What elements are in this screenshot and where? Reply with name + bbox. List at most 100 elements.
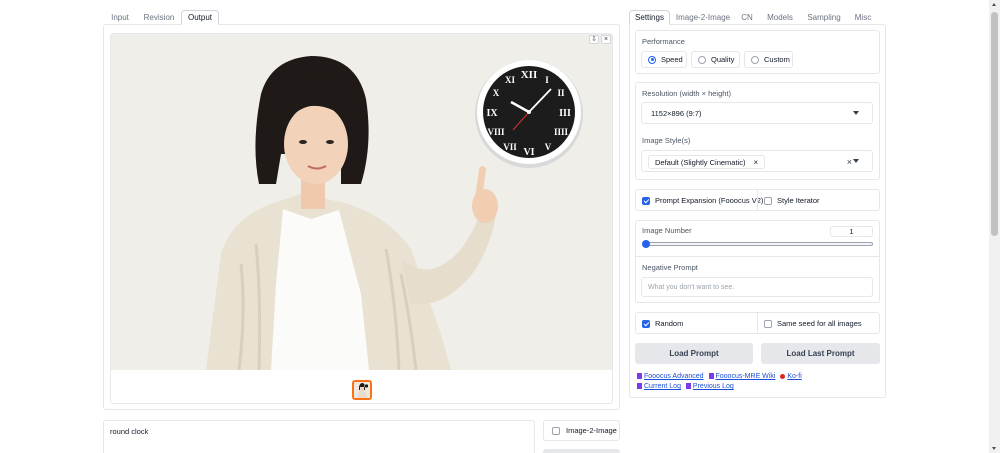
resolution-label: Resolution (width × height) — [642, 89, 732, 98]
resolution-value: 1152×896 (9:7) — [651, 108, 702, 118]
settings-panel — [629, 24, 886, 398]
book-icon — [708, 373, 714, 379]
image2image-toggle[interactable]: Image-2-Image — [543, 420, 620, 441]
image-number-input[interactable]: 1 — [830, 226, 873, 237]
negative-prompt-placeholder: What you don't want to see. — [648, 283, 735, 291]
quality-label: Quality — [711, 55, 735, 64]
tab-input-label: Input — [111, 13, 129, 22]
link-previous-log[interactable]: Previous Log — [693, 383, 734, 390]
book-icon — [685, 383, 691, 389]
negative-prompt-input[interactable]: What you don't want to see. — [641, 277, 873, 297]
image-number-slider-thumb[interactable] — [642, 240, 650, 248]
clock-numeral-10: X — [493, 88, 500, 98]
close-icon[interactable]: × — [601, 35, 611, 44]
image-number-divider — [636, 256, 879, 257]
same-seed-toggle[interactable]: Same seed for all images — [764, 319, 862, 328]
style-iterator-label: Style Iterator — [777, 196, 820, 205]
performance-custom[interactable]: Custom — [744, 51, 793, 68]
tab-models[interactable]: Models — [764, 10, 796, 25]
generated-image[interactable]: XII I II III IIII V VI VII VIII IX X XI — [111, 34, 612, 370]
link-fooocus-mre-wiki[interactable]: Fooocus-MRE Wiki — [716, 373, 776, 380]
clock-numeral-7: VII — [503, 142, 517, 152]
performance-quality[interactable]: Quality — [691, 51, 740, 68]
gallery-thumbnail[interactable] — [352, 380, 372, 400]
clock-numeral-11: XI — [505, 75, 515, 85]
style-iterator-checkbox[interactable] — [764, 196, 772, 205]
random-label: Random — [655, 319, 684, 328]
tab-models-label: Models — [767, 13, 793, 22]
clock-numeral-1: I — [545, 75, 549, 85]
style-chip: Default (Slightly Cinematic) × — [648, 155, 766, 169]
image-styles-select[interactable]: Default (Slightly Cinematic) × × — [641, 150, 873, 172]
radio-speed[interactable] — [648, 55, 656, 64]
image2image-checkbox[interactable] — [552, 426, 560, 435]
links-area: Fooocus Advanced Fooocus-MRE Wiki Ko-fi … — [637, 372, 883, 392]
tab-image-2-image-label: Image-2-Image — [675, 13, 731, 22]
tab-output[interactable]: Output — [181, 10, 219, 25]
tab-settings-label: Settings — [635, 13, 664, 22]
same-seed-label: Same seed for all images — [777, 319, 862, 328]
tab-image-2-image[interactable]: Image-2-Image — [675, 10, 731, 25]
prompt-expansion-label: Prompt Expansion (Fooocus V2) — [655, 196, 764, 205]
clock-numeral-8: VIII — [487, 127, 505, 137]
scroll-up-icon[interactable] — [992, 3, 996, 6]
tab-settings[interactable]: Settings — [629, 10, 670, 25]
negative-prompt-label: Negative Prompt — [642, 263, 698, 272]
chevron-down-icon — [853, 111, 859, 115]
scroll-down-icon[interactable] — [992, 447, 996, 450]
tab-sampling[interactable]: Sampling — [804, 10, 844, 25]
clock-numeral-3: III — [559, 108, 571, 119]
speed-label: Speed — [661, 55, 683, 64]
prompt-expansion-toggle[interactable]: Prompt Expansion (Fooocus V2) — [642, 196, 763, 205]
clock-numeral-2: II — [557, 88, 565, 98]
radio-custom[interactable] — [751, 55, 759, 64]
image-number-slider[interactable] — [642, 242, 873, 246]
radio-quality[interactable] — [698, 55, 706, 64]
tab-misc-label: Misc — [854, 13, 872, 22]
load-prompt-label: Load Prompt — [669, 349, 719, 358]
page-scrollbar[interactable] — [989, 0, 1000, 453]
clock-numeral-4: IIII — [554, 127, 569, 137]
load-last-prompt-button[interactable]: Load Last Prompt — [761, 343, 880, 364]
tab-misc[interactable]: Misc — [851, 10, 875, 25]
link-current-log[interactable]: Current Log — [644, 383, 681, 390]
tab-cn[interactable]: CN — [738, 10, 756, 25]
tab-cn-label: CN — [741, 13, 753, 22]
chevron-down-icon — [853, 159, 859, 163]
book-icon — [637, 383, 642, 389]
download-icon[interactable]: ⇩ — [589, 35, 599, 44]
tab-input[interactable]: Input — [106, 10, 134, 25]
generate-button[interactable] — [543, 449, 620, 453]
style-iterator-toggle[interactable]: Style Iterator — [764, 196, 820, 205]
tab-revision[interactable]: Revision — [140, 10, 178, 25]
links-row-2: Current Log Previous Log — [637, 382, 883, 392]
random-checkbox[interactable] — [642, 319, 650, 328]
clock-numeral-12: XII — [521, 69, 538, 81]
link-fooocus-advanced[interactable]: Fooocus Advanced — [644, 373, 704, 380]
tab-revision-label: Revision — [143, 13, 175, 22]
performance-speed[interactable]: Speed — [641, 51, 687, 68]
clear-icon[interactable]: × — [847, 157, 852, 167]
image2image-label: Image-2-Image — [566, 426, 617, 435]
clock-numeral-6: VI — [523, 147, 534, 158]
style-chip-label: Default (Slightly Cinematic) — [655, 157, 746, 167]
image-number-label: Image Number — [642, 226, 692, 235]
same-seed-checkbox[interactable] — [764, 319, 772, 328]
random-toggle[interactable]: Random — [642, 319, 683, 328]
link-ko-fi[interactable]: Ko-fi — [787, 373, 801, 380]
prompt-text: round clock — [110, 427, 149, 436]
image-gallery: XII I II III IIII V VI VII VIII IX X XI … — [110, 33, 613, 404]
prompt-input[interactable]: round clock — [103, 420, 535, 453]
prompt-expansion-checkbox[interactable] — [642, 196, 650, 205]
clock-numeral-5: V — [545, 142, 552, 152]
chip-remove-icon[interactable]: × — [753, 158, 758, 167]
tab-output-label: Output — [187, 13, 212, 22]
tab-sampling-label: Sampling — [807, 13, 841, 22]
resolution-select[interactable]: 1152×896 (9:7) — [641, 102, 873, 124]
book-icon — [637, 373, 642, 379]
image-styles-label: Image Style(s) — [642, 136, 691, 145]
performance-label: Performance — [642, 37, 685, 46]
scrollbar-thumb[interactable] — [991, 12, 998, 236]
load-prompt-button[interactable]: Load Prompt — [635, 343, 753, 364]
generated-image-svg: XII I II III IIII V VI VII VIII IX X XI — [111, 34, 612, 370]
